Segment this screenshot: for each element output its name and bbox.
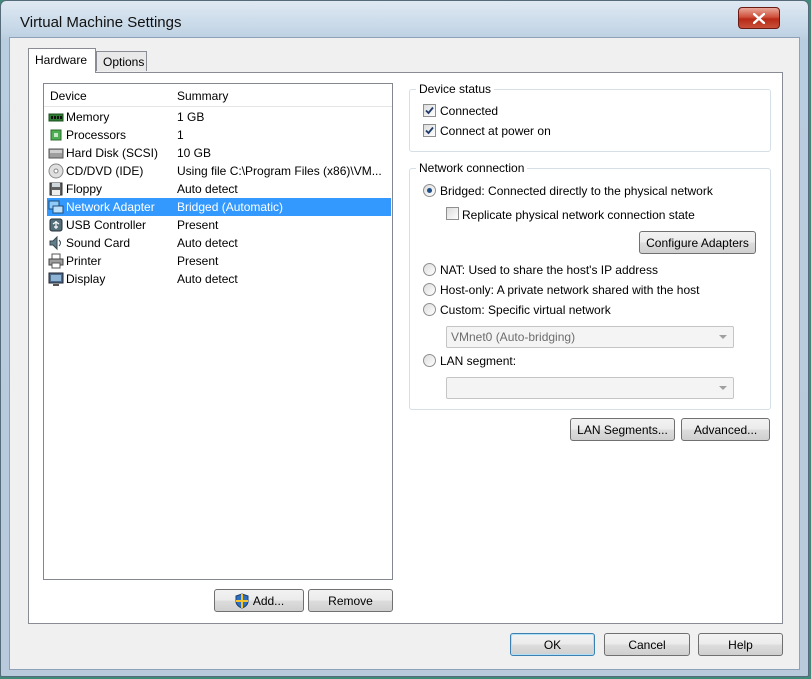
device-name: Floppy [66, 182, 103, 196]
device-list-header: Device Summary [44, 84, 392, 107]
device-summary: 10 GB [177, 146, 212, 160]
ok-button[interactable]: OK [510, 633, 595, 656]
device-status-group: Device status Connected Connect at power… [409, 82, 771, 152]
configure-adapters-label: Configure Adapters [646, 235, 749, 250]
bridged-radio[interactable] [423, 184, 436, 197]
advanced-button[interactable]: Advanced... [681, 418, 770, 441]
nat-label[interactable]: NAT: Used to share the host's IP address [440, 263, 658, 277]
device-summary: Present [177, 218, 219, 232]
lan-segment-select[interactable] [446, 377, 734, 399]
tab-options[interactable]: Options [96, 51, 147, 71]
network-connection-title: Network connection [416, 161, 528, 175]
replicate-state-label[interactable]: Replicate physical network connection st… [462, 208, 695, 222]
nat-radio[interactable] [423, 263, 436, 276]
device-summary: Using file C:\Program Files (x86)\VM... [177, 164, 382, 178]
device-name: Memory [66, 110, 110, 124]
replicate-state-checkbox[interactable] [446, 207, 459, 220]
bridged-label[interactable]: Bridged: Connected directly to the physi… [440, 184, 713, 198]
device-name: Processors [66, 128, 127, 142]
custom-network-select-value: VMnet0 (Auto-bridging) [451, 330, 576, 344]
device-name: Hard Disk (SCSI) [66, 146, 159, 160]
device-summary: Auto detect [177, 272, 238, 286]
dialog-client-area: Hardware Options Device Summary Memory 1… [9, 37, 800, 670]
device-row-usb-controller[interactable]: USB Controller Present [47, 216, 391, 234]
connect-at-power-on-label[interactable]: Connect at power on [440, 124, 551, 138]
chevron-down-icon [719, 386, 727, 390]
checkmark-icon [425, 106, 434, 115]
device-list[interactable]: Device Summary Memory 1 GB Processors 1 … [43, 83, 393, 580]
device-row-sound-card[interactable]: Sound Card Auto detect [47, 234, 391, 252]
chevron-down-icon [719, 335, 727, 339]
printer-icon [48, 253, 64, 269]
connect-at-power-on-checkbox[interactable] [423, 124, 436, 137]
window-title: Virtual Machine Settings [20, 14, 182, 31]
remove-button-label: Remove [328, 593, 373, 608]
tab-hardware-label: Hardware [35, 53, 88, 67]
cancel-button[interactable]: Cancel [604, 633, 690, 656]
device-status-title: Device status [416, 82, 495, 96]
processor-icon [50, 129, 62, 141]
add-button[interactable]: Add... [214, 589, 304, 612]
device-summary: 1 [177, 128, 184, 142]
device-row-hard-disk[interactable]: Hard Disk (SCSI) 10 GB [47, 144, 391, 162]
network-adapter-icon [48, 200, 64, 214]
custom-label[interactable]: Custom: Specific virtual network [440, 303, 611, 317]
sound-card-icon [49, 235, 61, 251]
help-button[interactable]: Help [698, 633, 783, 656]
network-connection-group: Network connection Bridged: Connected di… [409, 161, 771, 410]
close-button[interactable] [738, 7, 780, 29]
remove-button[interactable]: Remove [308, 589, 393, 612]
memory-icon [48, 113, 64, 122]
lan-segments-button[interactable]: LAN Segments... [570, 418, 675, 441]
cd-dvd-icon [48, 163, 64, 179]
device-name: CD/DVD (IDE) [66, 164, 144, 178]
lan-segment-radio[interactable] [423, 354, 436, 367]
device-row-processors[interactable]: Processors 1 [47, 126, 391, 144]
hard-disk-icon [48, 148, 64, 159]
device-name: Printer [66, 254, 102, 268]
device-name: USB Controller [66, 218, 147, 232]
close-icon [753, 12, 765, 24]
device-row-cd-dvd[interactable]: CD/DVD (IDE) Using file C:\Program Files… [47, 162, 391, 180]
display-icon [48, 272, 64, 286]
help-label: Help [728, 637, 753, 652]
device-row-floppy[interactable]: Floppy Auto detect [47, 180, 391, 198]
hardware-tab-panel: Device Summary Memory 1 GB Processors 1 … [28, 72, 783, 624]
device-summary: Bridged (Automatic) [177, 200, 284, 214]
device-row-printer[interactable]: Printer Present [47, 252, 391, 270]
device-summary: Auto detect [177, 236, 238, 250]
device-name: Network Adapter [66, 200, 155, 214]
column-header-device[interactable]: Device [50, 89, 87, 103]
floppy-icon [49, 182, 63, 196]
device-summary: Auto detect [177, 182, 238, 196]
connected-checkbox[interactable] [423, 104, 436, 117]
ok-label: OK [543, 637, 562, 652]
cancel-label: Cancel [628, 637, 666, 652]
device-row-memory[interactable]: Memory 1 GB [47, 108, 391, 126]
device-summary: 1 GB [177, 110, 205, 124]
device-row-network-adapter[interactable]: Network Adapter Bridged (Automatic) [47, 198, 391, 216]
host-only-label[interactable]: Host-only: A private network shared with… [440, 283, 699, 297]
title-bar[interactable]: Virtual Machine Settings [1, 1, 808, 41]
virtual-machine-settings-window: Virtual Machine Settings Hardware Option… [0, 0, 809, 677]
lan-segments-label: LAN Segments... [577, 422, 668, 437]
connected-label[interactable]: Connected [440, 104, 498, 118]
host-only-radio[interactable] [423, 283, 436, 296]
checkmark-icon [425, 126, 434, 135]
custom-network-select[interactable]: VMnet0 (Auto-bridging) [446, 326, 734, 348]
tab-options-label: Options [103, 55, 145, 69]
tab-hardware[interactable]: Hardware [28, 48, 96, 73]
advanced-label: Advanced... [693, 422, 758, 437]
shield-icon [235, 592, 249, 609]
custom-radio[interactable] [423, 303, 436, 316]
device-name: Display [66, 272, 106, 286]
add-button-label: Add... [252, 593, 285, 608]
device-summary: Present [177, 254, 219, 268]
usb-icon [49, 218, 63, 232]
column-header-summary[interactable]: Summary [177, 89, 228, 103]
device-name: Sound Card [66, 236, 131, 250]
configure-adapters-button[interactable]: Configure Adapters [639, 231, 756, 254]
lan-segment-label[interactable]: LAN segment: [440, 354, 516, 368]
device-row-display[interactable]: Display Auto detect [47, 270, 391, 288]
